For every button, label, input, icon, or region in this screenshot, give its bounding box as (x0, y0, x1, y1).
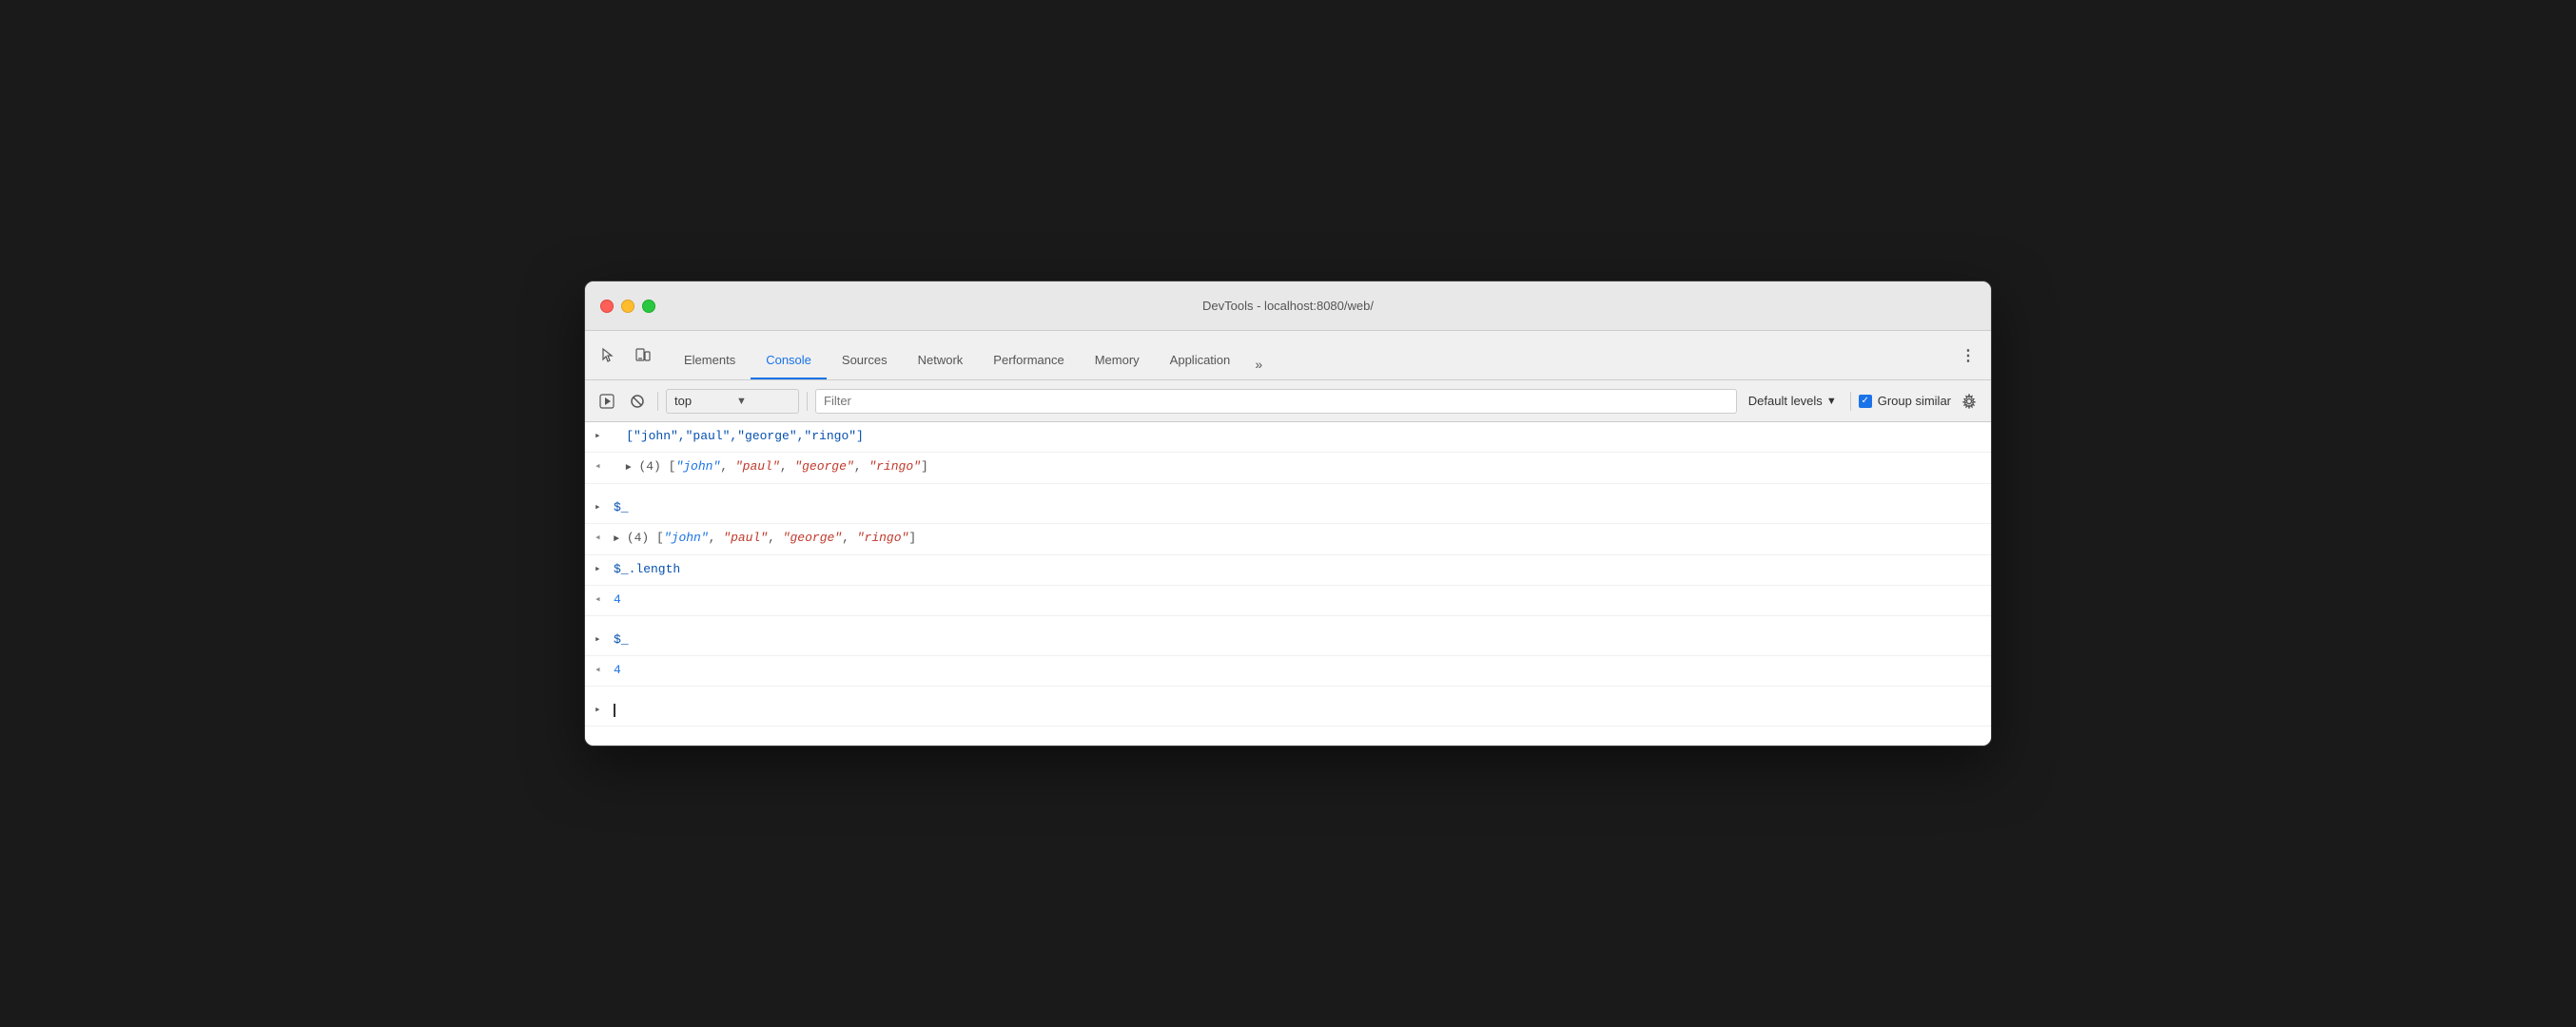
title-bar: DevTools - localhost:8080/web/ (585, 281, 1991, 331)
device-icon (634, 347, 651, 364)
tab-sources[interactable]: Sources (827, 341, 903, 379)
group-similar-label: Group similar (1878, 394, 1951, 408)
filter-input[interactable] (815, 389, 1737, 414)
window-title: DevTools - localhost:8080/web/ (1202, 299, 1374, 313)
prompt-lt-icon: ◂ (595, 531, 608, 544)
expand-arrow-icon[interactable]: ► (626, 463, 632, 474)
no-entry-button[interactable] (625, 389, 650, 414)
console-row: ◂ 4 (585, 656, 1991, 687)
toolbar-divider-3 (1850, 392, 1851, 411)
tab-memory[interactable]: Memory (1080, 341, 1155, 379)
console-spacer (585, 687, 1991, 696)
run-icon (599, 394, 615, 409)
inspect-element-button[interactable] (593, 340, 623, 371)
console-input-text: $_.length (614, 559, 1981, 580)
console-input-text: $_ (614, 630, 1981, 650)
console-row: ▸ ["john","paul","george","ringo"] (585, 422, 1991, 453)
traffic-lights (600, 300, 655, 313)
clear-console-button[interactable] (595, 389, 619, 414)
console-row: ▸ $_.length (585, 555, 1991, 586)
levels-chevron-icon: ▼ (1826, 396, 1837, 407)
context-select[interactable]: top ▼ (666, 389, 799, 414)
console-active-input[interactable] (614, 700, 1981, 721)
device-toggle-button[interactable] (627, 340, 657, 371)
console-settings-button[interactable] (1957, 389, 1981, 414)
console-output-text: ► (4) ["john", "paul", "george", "ringo"… (626, 456, 1981, 479)
expand-arrow-icon[interactable]: ► (614, 534, 619, 545)
tab-console[interactable]: Console (751, 341, 827, 379)
default-levels-label: Default levels (1748, 394, 1823, 408)
console-input-text: $_ (614, 497, 1981, 518)
console-row: ▸ $_ (585, 626, 1991, 656)
prompt-gt-icon: ▸ (595, 429, 608, 442)
prompt-gt-icon: ▸ (595, 632, 608, 646)
console-spacer (585, 616, 1991, 626)
group-similar-area: Group similar (1859, 394, 1951, 408)
tab-nav: Elements Console Sources Network Perform… (669, 331, 1272, 379)
console-input-row[interactable]: ▸ (585, 696, 1991, 727)
default-levels-dropdown[interactable]: Default levels ▼ (1743, 394, 1843, 408)
tab-application[interactable]: Application (1155, 341, 1246, 379)
console-row: ◂ ► (4) ["john", "paul", "george", "ring… (585, 453, 1991, 484)
cursor (614, 704, 615, 717)
prompt-lt-icon: ◂ (595, 592, 608, 606)
console-row: ◂ 4 (585, 586, 1991, 616)
main-toolbar: Elements Console Sources Network Perform… (585, 331, 1991, 380)
console-output-text: ► (4) ["john", "paul", "george", "ringo"… (614, 528, 1981, 551)
devtools-window: DevTools - localhost:8080/web/ Elements … (584, 281, 1992, 746)
toolbar-right: ⋮ (1953, 340, 1983, 371)
prompt-lt-icon: ◂ (595, 459, 608, 473)
console-output-text: 4 (614, 660, 1981, 681)
prompt-gt-icon: ▸ (595, 703, 608, 716)
cursor-icon (599, 347, 616, 364)
ban-icon (630, 394, 645, 409)
console-output-text: 4 (614, 590, 1981, 610)
prompt-gt-icon: ▸ (595, 562, 608, 575)
gear-icon (1961, 394, 1977, 409)
console-spacer (585, 484, 1991, 494)
close-button[interactable] (600, 300, 614, 313)
console-row: ▸ $_ (585, 494, 1991, 524)
context-value: top (674, 394, 729, 408)
prompt-lt-icon: ◂ (595, 663, 608, 676)
console-row: ◂ ► (4) ["john", "paul", "george", "ring… (585, 524, 1991, 555)
tab-elements[interactable]: Elements (669, 341, 751, 379)
console-input-text: ["john","paul","george","ringo"] (626, 426, 1981, 447)
chevron-down-icon: ▼ (736, 396, 790, 407)
minimize-button[interactable] (621, 300, 634, 313)
tab-overflow-button[interactable]: » (1245, 349, 1272, 379)
toolbar-divider (657, 392, 658, 411)
maximize-button[interactable] (642, 300, 655, 313)
toolbar-divider-2 (807, 392, 808, 411)
tab-performance[interactable]: Performance (978, 341, 1079, 379)
tab-network[interactable]: Network (903, 341, 979, 379)
group-similar-checkbox[interactable] (1859, 395, 1872, 408)
console-output: ▸ ["john","paul","george","ringo"] ◂ ► (… (585, 422, 1991, 746)
prompt-symbol (614, 426, 620, 439)
console-toolbar: top ▼ Default levels ▼ Group similar (585, 380, 1991, 422)
prompt-gt-icon: ▸ (595, 500, 608, 514)
more-options-button[interactable]: ⋮ (1953, 340, 1983, 371)
